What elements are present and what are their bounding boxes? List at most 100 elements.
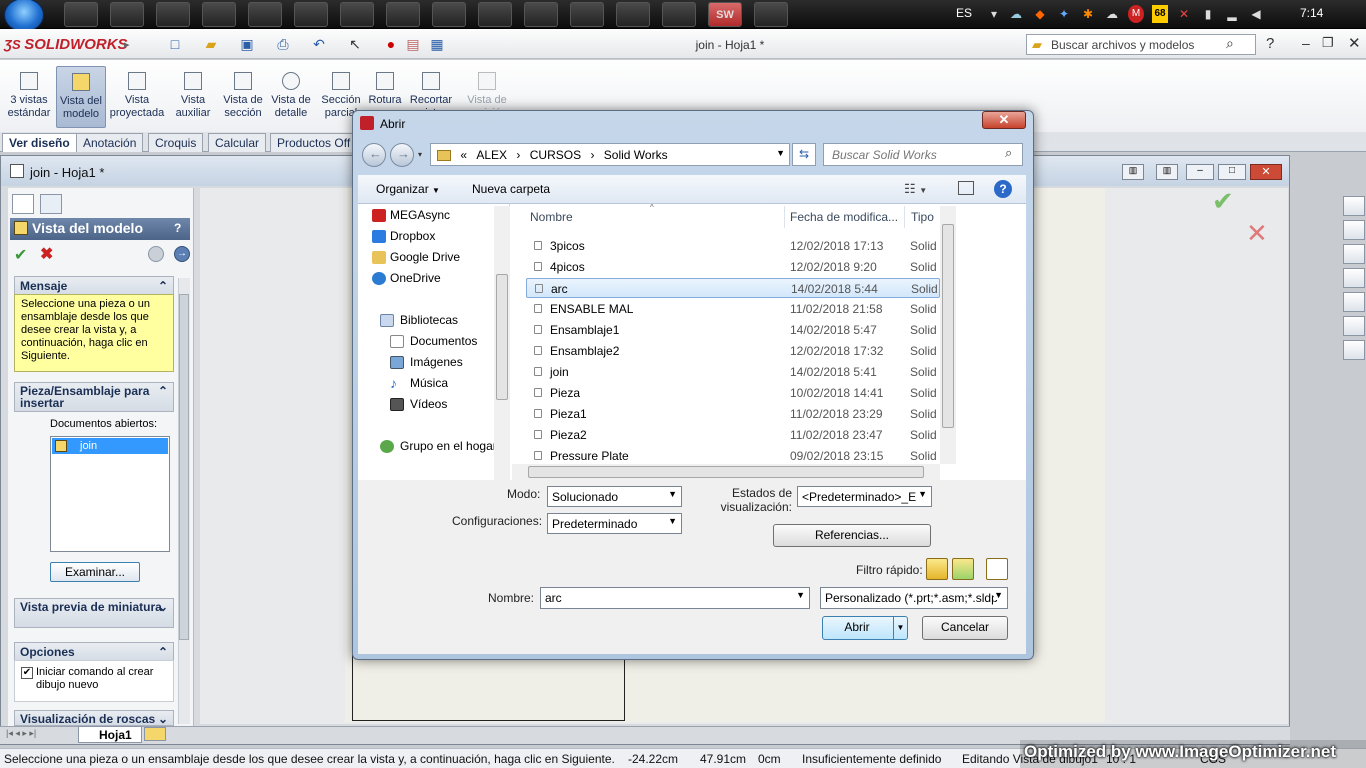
tray-arrow-icon[interactable]: ▾ (986, 5, 1002, 23)
column-header-name[interactable]: Nombre (530, 210, 573, 224)
search-icon[interactable]: ⌕ (1226, 35, 1234, 52)
file-type-select[interactable]: Personalizado (*.prt;*.asm;*.sldp ▼ (820, 587, 1008, 609)
taskbar-explorer-icon[interactable] (294, 2, 328, 27)
file-row[interactable]: 4picos 12/02/2018 9:20 Solid (526, 257, 940, 277)
file-row[interactable]: Pieza1 11/02/2018 23:29 Solid (526, 404, 940, 424)
rebuild-icon[interactable]: ● (382, 35, 400, 53)
task-pane-view-palette-icon[interactable] (1343, 292, 1365, 312)
mode-select[interactable]: Solucionado ▼ (547, 486, 682, 507)
sheet-tab[interactable]: Hoja1 (78, 726, 142, 743)
nav-item-videos[interactable]: Vídeos (410, 397, 447, 411)
list-item[interactable]: join (52, 438, 168, 454)
projected-view-button[interactable]: Vista proyectada (108, 66, 166, 128)
confirm-check-icon[interactable]: ✔ (1212, 186, 1234, 217)
save-icon[interactable]: ▣ (238, 35, 256, 53)
tray-app-icon[interactable]: ✱ (1080, 5, 1096, 23)
nav-scrollbar-thumb[interactable] (496, 274, 508, 400)
onedrive-icon[interactable]: ☁ (1104, 5, 1120, 23)
breadcrumb-separator-icon[interactable]: › (590, 148, 594, 162)
search-files-input[interactable]: Buscar archivos y modelos (1026, 34, 1256, 55)
undo-icon[interactable]: ↶ (310, 35, 328, 53)
column-divider[interactable] (904, 206, 905, 228)
taskbar-app-icon[interactable] (616, 2, 650, 27)
nav-item-onedrive[interactable]: OneDrive (390, 271, 441, 285)
hscrollbar-thumb[interactable] (528, 466, 924, 478)
taskbar-solidworks-icon[interactable]: SW (708, 2, 742, 27)
history-dropdown-icon[interactable]: ▾ (418, 150, 422, 159)
model-view-button[interactable]: Vista del modelo (56, 66, 106, 128)
nav-item-google-drive[interactable]: Google Drive (390, 250, 460, 264)
standard-3-views-button[interactable]: 3 vistas estándar (4, 66, 54, 128)
language-indicator[interactable]: ES (956, 6, 972, 20)
open-dropdown-icon[interactable]: ▼ (893, 617, 907, 639)
taskbar-app-icon[interactable] (570, 2, 604, 27)
address-bar[interactable]: « ALEX › CURSOS › Solid Works ▼ (430, 143, 790, 166)
file-properties-icon[interactable]: ▤ (404, 35, 422, 53)
address-dropdown-icon[interactable]: ▼ (776, 148, 785, 158)
detail-view-button[interactable]: Vista de detalle (266, 66, 316, 128)
tab-annotation[interactable]: Anotación (76, 133, 144, 152)
taskbar-app-icon[interactable] (478, 2, 512, 27)
minimize-icon[interactable]: – (1302, 35, 1310, 51)
refresh-button[interactable]: ⇆ (792, 143, 816, 166)
tab-sketch-layout[interactable]: Ver diseño (2, 133, 77, 152)
dialog-close-button[interactable]: ✕ (982, 111, 1026, 129)
filename-input[interactable]: arc ▼ (540, 587, 810, 609)
taskbar-chrome-icon[interactable] (248, 2, 282, 27)
taskbar-app-icon[interactable] (156, 2, 190, 27)
help-icon[interactable]: ? (1266, 35, 1274, 52)
tray-app-icon[interactable]: ✕ (1176, 5, 1192, 23)
volume-icon[interactable]: ◀ (1248, 5, 1264, 23)
column-header-type[interactable]: Tipo (911, 210, 934, 224)
dropbox-icon[interactable]: ✦ (1056, 5, 1072, 23)
expand-icon[interactable]: ⌄ (158, 712, 168, 725)
task-pane-custom-properties-icon[interactable] (1343, 340, 1365, 360)
options-section-header[interactable]: Opciones ⌃ (14, 642, 174, 662)
thread-display-section-header[interactable]: Visualización de roscas ⌄ (14, 710, 174, 726)
file-row[interactable]: Pressure Plate 09/02/2018 23:15 Solid (526, 446, 940, 464)
organize-menu[interactable]: Organizar ▼ (376, 182, 440, 196)
column-header-date[interactable]: Fecha de modifica... (790, 210, 898, 224)
collapse-icon[interactable]: ⌃ (158, 279, 168, 293)
taskbar-app-icon[interactable] (340, 2, 374, 27)
column-divider[interactable] (784, 206, 785, 228)
property-manager-tab-icon[interactable] (40, 194, 62, 214)
file-row-selected[interactable]: arc 14/02/2018 5:44 Solid (526, 278, 940, 298)
next-arrow-icon[interactable]: → (174, 246, 190, 262)
help-icon[interactable]: ? (174, 221, 181, 235)
clock[interactable]: 7:14 (1300, 6, 1323, 20)
open-folder-icon[interactable]: ▰ (202, 35, 220, 53)
file-row[interactable]: Pieza 10/02/2018 14:41 Solid (526, 383, 940, 403)
search-icon[interactable]: ⌕ (1005, 145, 1012, 161)
nav-item-music[interactable]: Música (410, 376, 448, 390)
restore-icon[interactable]: ❐ (1322, 35, 1334, 51)
file-row[interactable]: Pieza2 11/02/2018 23:47 Solid (526, 425, 940, 445)
file-row[interactable]: Ensamblaje1 14/02/2018 5:47 Solid (526, 320, 940, 340)
breadcrumb-alex[interactable]: ALEX (476, 148, 507, 162)
task-pane-appearances-icon[interactable] (1343, 316, 1365, 336)
taskbar-app-icon[interactable] (386, 2, 420, 27)
cancel-button[interactable]: Cancelar (922, 616, 1008, 640)
breadcrumb-separator-icon[interactable]: › (516, 148, 520, 162)
filter-assemblies-icon[interactable] (952, 558, 974, 580)
file-row[interactable]: Ensamblaje2 12/02/2018 17:32 Solid (526, 341, 940, 361)
taskbar-app-icon[interactable] (202, 2, 236, 27)
select-cursor-icon[interactable]: ↖ (346, 35, 364, 53)
help-icon[interactable]: ? (994, 180, 1012, 198)
taskbar-app-icon[interactable] (64, 2, 98, 27)
display-states-select[interactable]: <Predeterminado>_E ▼ (797, 486, 932, 507)
references-button[interactable]: Referencias... (773, 524, 931, 547)
task-pane-explorer-icon[interactable] (1343, 268, 1365, 288)
nav-item-documents[interactable]: Documentos (410, 334, 477, 348)
browse-button[interactable]: Examinar... (50, 562, 140, 582)
ok-check-icon[interactable]: ✔ (14, 245, 27, 265)
section-view-button[interactable]: Vista de sección (218, 66, 268, 128)
thumbnail-preview-section-header[interactable]: Vista previa de miniatura ⌄ (14, 598, 174, 628)
cancel-x-icon[interactable]: ✕ (1246, 218, 1268, 249)
doc-close-icon[interactable]: ✕ (1250, 164, 1282, 180)
breadcrumb-overflow[interactable]: « (460, 148, 467, 162)
auxiliary-view-button[interactable]: Vista auxiliar (168, 66, 218, 128)
part-assembly-section-header[interactable]: Pieza/Ensamblaje para insertar ⌃ (14, 382, 174, 412)
file-row[interactable]: 3picos 12/02/2018 17:13 Solid (526, 236, 940, 256)
configurations-select[interactable]: Predeterminado ▼ (547, 513, 682, 534)
